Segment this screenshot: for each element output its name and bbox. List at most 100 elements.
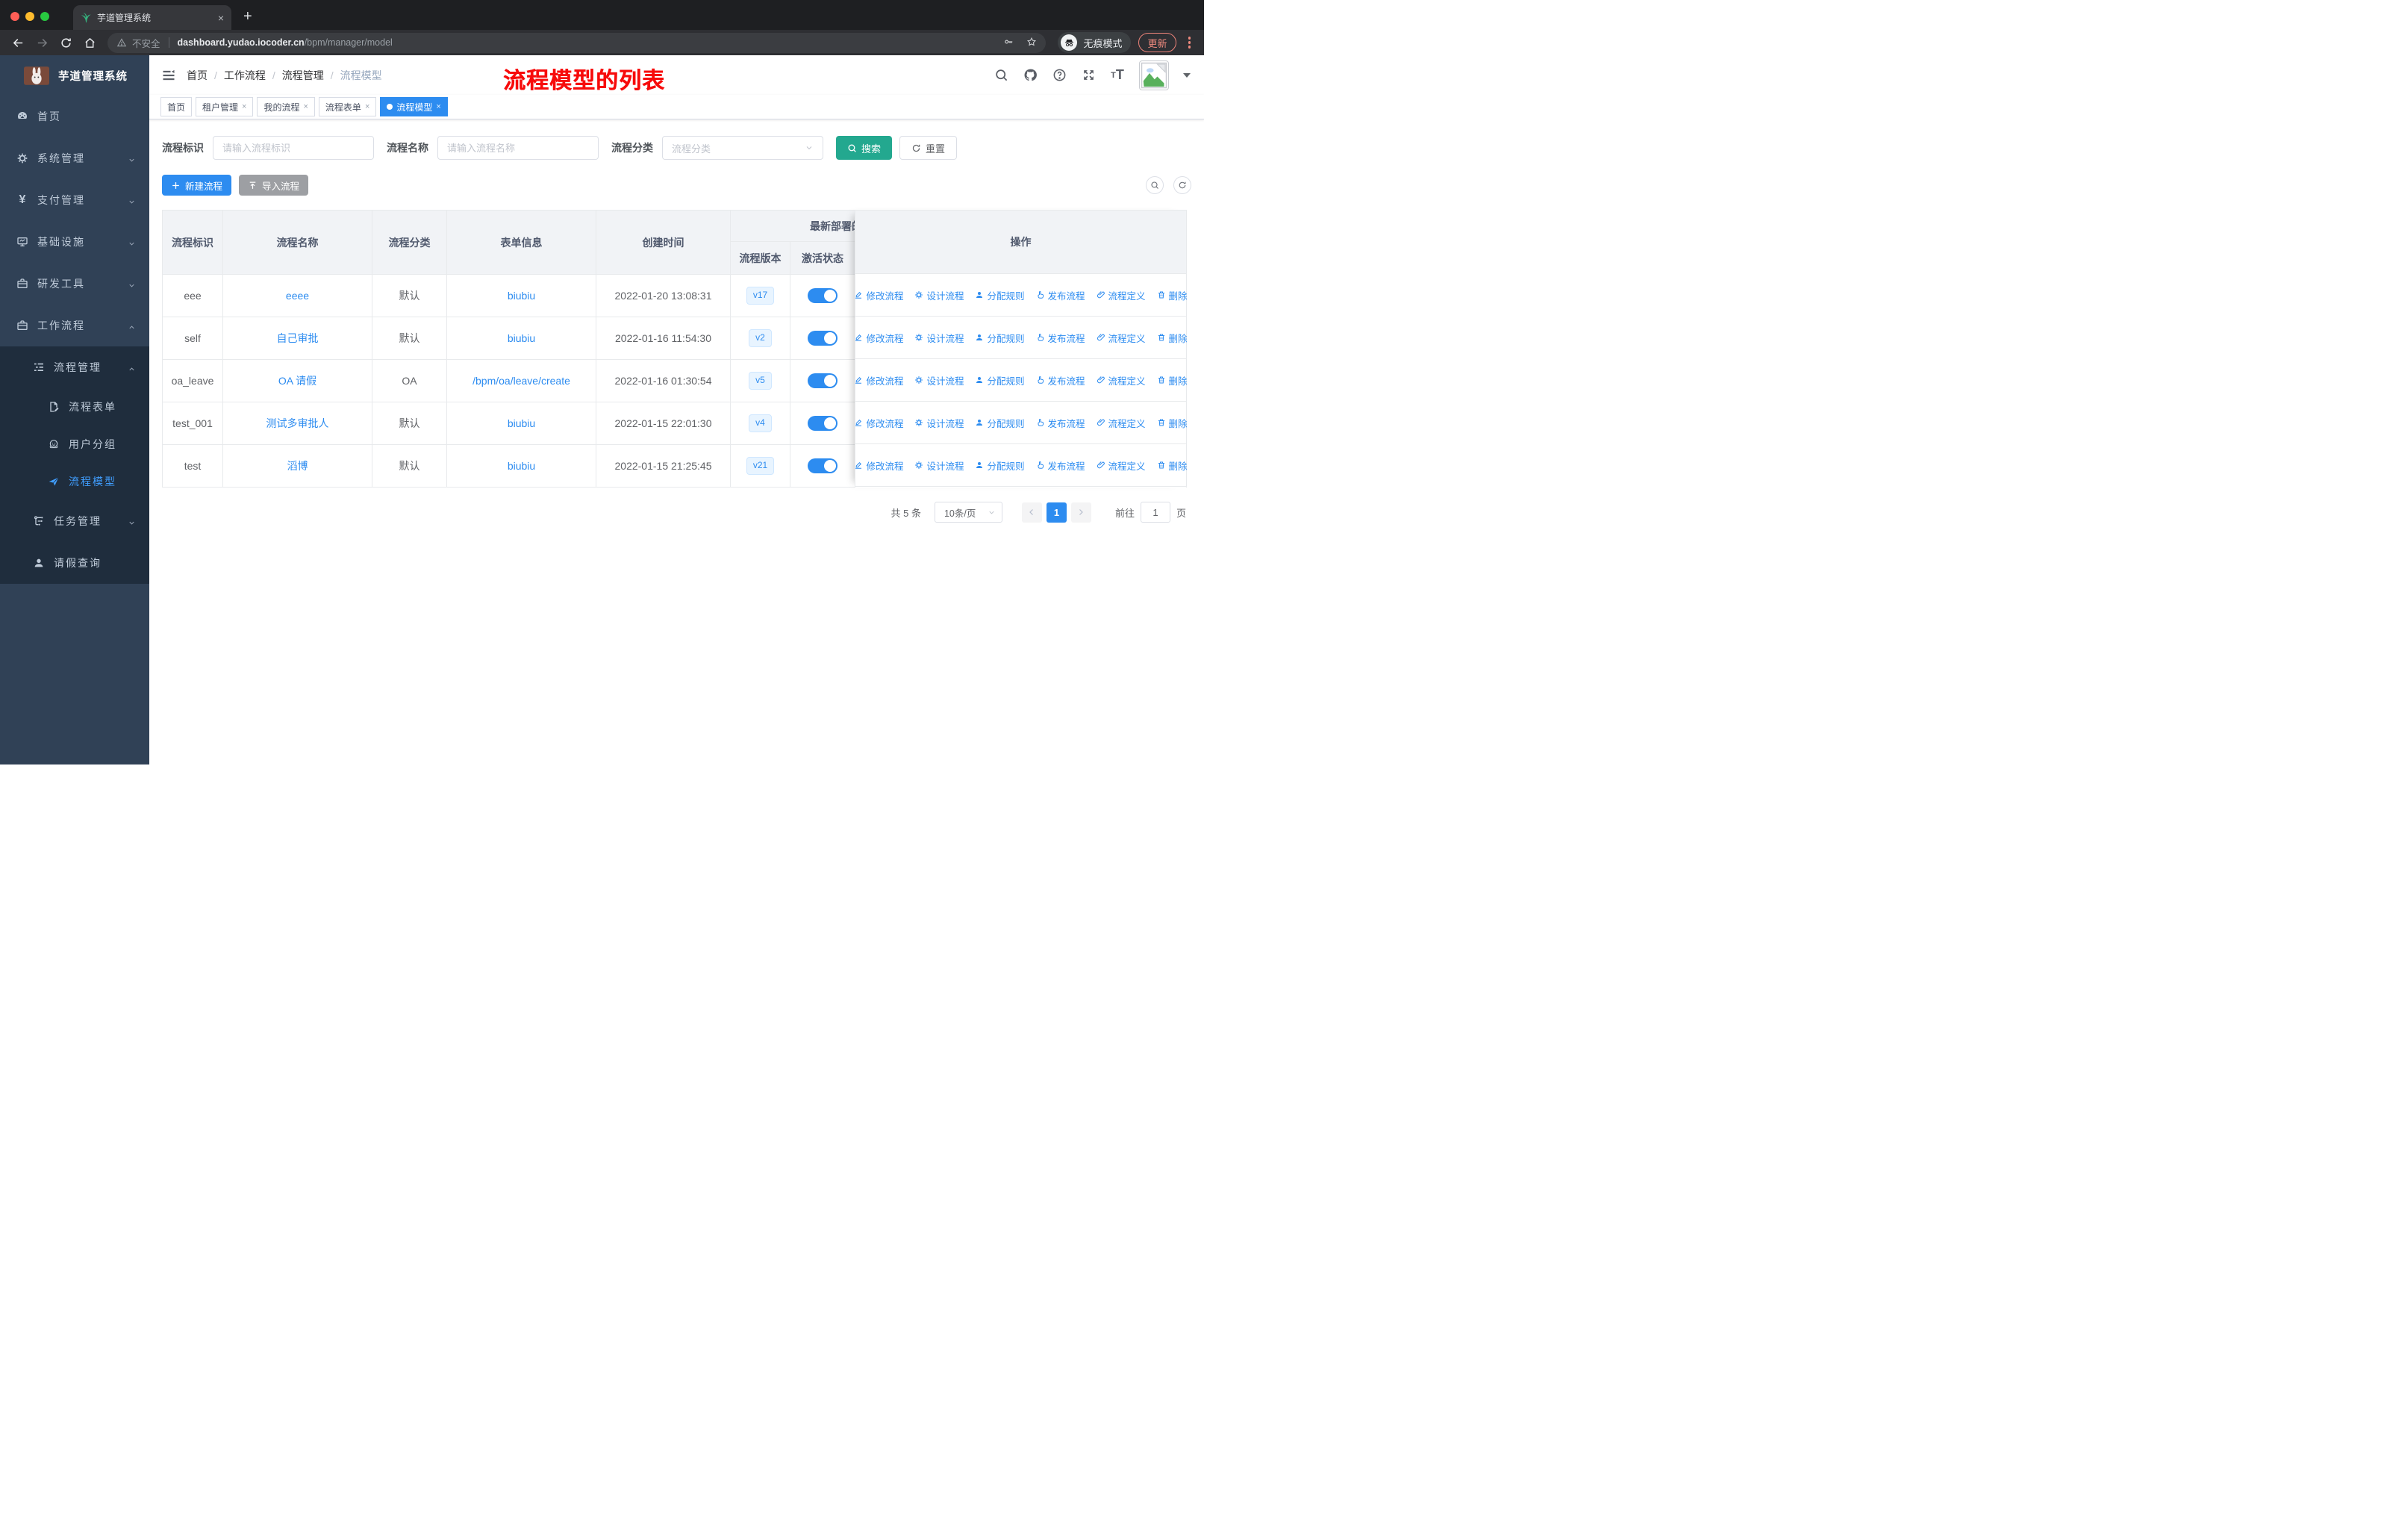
github-icon[interactable] — [1023, 68, 1038, 83]
page-number-button[interactable]: 1 — [1046, 502, 1067, 523]
update-button[interactable]: 更新 — [1138, 33, 1176, 52]
reload-icon[interactable] — [55, 32, 76, 53]
back-icon[interactable] — [7, 32, 28, 53]
close-window-button[interactable] — [10, 12, 19, 21]
action-分配规则[interactable]: 分配规则 — [975, 416, 1025, 430]
action-删除[interactable]: 删除 — [1157, 288, 1188, 302]
action-修改流程[interactable]: 修改流程 — [854, 373, 903, 387]
action-发布流程[interactable]: 发布流程 — [1036, 373, 1085, 387]
close-icon[interactable]: × — [365, 102, 369, 111]
action-发布流程[interactable]: 发布流程 — [1036, 458, 1085, 473]
refresh-table-icon[interactable] — [1173, 176, 1191, 194]
action-删除[interactable]: 删除 — [1157, 416, 1188, 430]
search-icon[interactable] — [994, 68, 1008, 83]
tag-首页[interactable]: 首页 — [160, 97, 193, 116]
next-page-button[interactable] — [1070, 502, 1091, 523]
process-name-link[interactable]: 测试多审批人 — [266, 417, 329, 429]
search-button[interactable]: 搜索 — [836, 136, 893, 160]
forward-icon[interactable] — [31, 32, 52, 53]
import-process-button[interactable]: 导入流程 — [239, 175, 309, 196]
browser-menu-kebab-icon[interactable] — [1187, 34, 1197, 52]
action-发布流程[interactable]: 发布流程 — [1036, 288, 1085, 302]
browser-tab[interactable]: 芋道管理系统 × — [73, 5, 231, 30]
action-分配规则[interactable]: 分配规则 — [975, 331, 1025, 345]
action-修改流程[interactable]: 修改流程 — [854, 288, 903, 302]
action-流程定义[interactable]: 流程定义 — [1097, 458, 1146, 473]
sidebar-item-任务管理[interactable]: 任务管理 — [0, 500, 149, 542]
sidebar-item-流程管理[interactable]: 流程管理 — [0, 346, 149, 388]
avatar-caret-icon[interactable] — [1183, 72, 1191, 78]
close-icon[interactable]: × — [242, 102, 246, 111]
active-toggle[interactable] — [808, 458, 838, 473]
action-修改流程[interactable]: 修改流程 — [854, 331, 903, 345]
active-toggle[interactable] — [808, 331, 838, 346]
close-icon[interactable]: × — [303, 102, 308, 111]
close-icon[interactable]: × — [436, 102, 440, 111]
sidebar-item-请假查询[interactable]: 请假查询 — [0, 542, 149, 584]
action-删除[interactable]: 删除 — [1157, 458, 1188, 473]
tag-流程模型[interactable]: 流程模型 × — [380, 97, 448, 116]
prev-page-button[interactable] — [1021, 502, 1042, 523]
process-name-link[interactable]: 滔博 — [287, 460, 308, 472]
action-流程定义[interactable]: 流程定义 — [1097, 288, 1146, 302]
action-流程定义[interactable]: 流程定义 — [1097, 416, 1146, 430]
breadcrumb-item-流程管理[interactable]: 流程管理 — [282, 68, 324, 83]
active-toggle[interactable] — [808, 373, 838, 388]
form-info-link[interactable]: biubiu — [508, 417, 535, 429]
action-分配规则[interactable]: 分配规则 — [975, 373, 1025, 387]
sidebar-item-研发工具[interactable]: 研发工具 — [0, 263, 149, 305]
sidebar-item-流程模型[interactable]: 流程模型 — [0, 463, 149, 500]
tag-流程表单[interactable]: 流程表单 × — [318, 97, 377, 116]
reset-button[interactable]: 重置 — [899, 136, 958, 160]
minimize-window-button[interactable] — [25, 12, 34, 21]
process-key-input[interactable] — [213, 136, 374, 160]
new-tab-button[interactable]: + — [243, 9, 252, 24]
action-修改流程[interactable]: 修改流程 — [854, 416, 903, 430]
active-toggle[interactable] — [808, 288, 838, 303]
home-icon[interactable] — [79, 32, 100, 53]
tab-close-icon[interactable]: × — [218, 12, 224, 24]
avatar[interactable] — [1139, 60, 1169, 90]
create-process-button[interactable]: 新建流程 — [162, 175, 232, 196]
action-分配规则[interactable]: 分配规则 — [975, 458, 1025, 473]
process-name-input[interactable] — [437, 136, 599, 160]
sidebar-item-流程表单[interactable]: 流程表单 — [0, 388, 149, 426]
action-删除[interactable]: 删除 — [1157, 331, 1188, 345]
window-controls[interactable] — [0, 12, 60, 21]
goto-page-input[interactable] — [1140, 502, 1170, 523]
active-toggle[interactable] — [808, 416, 838, 431]
sidebar-item-基础设施[interactable]: 基础设施 — [0, 221, 149, 263]
security-label[interactable]: 不安全 — [132, 36, 160, 50]
tag-租户管理[interactable]: 租户管理 × — [196, 97, 254, 116]
sidebar-item-工作流程[interactable]: 工作流程 — [0, 305, 149, 346]
action-流程定义[interactable]: 流程定义 — [1097, 331, 1146, 345]
action-发布流程[interactable]: 发布流程 — [1036, 416, 1085, 430]
action-设计流程[interactable]: 设计流程 — [914, 288, 964, 302]
key-icon[interactable] — [1003, 37, 1014, 49]
form-info-link[interactable]: /bpm/oa/leave/create — [472, 375, 570, 387]
fullscreen-icon[interactable] — [1081, 68, 1096, 83]
help-icon[interactable] — [1052, 68, 1067, 83]
bookmark-star-icon[interactable] — [1026, 37, 1037, 49]
form-info-link[interactable]: biubiu — [508, 460, 535, 472]
process-name-link[interactable]: 自己审批 — [277, 332, 319, 344]
font-size-icon[interactable]: TT — [1110, 67, 1125, 83]
tag-我的流程[interactable]: 我的流程 × — [257, 97, 315, 116]
form-info-link[interactable]: biubiu — [508, 290, 535, 302]
sidebar-item-支付管理[interactable]: ¥ 支付管理 — [0, 179, 149, 221]
sidebar-item-系统管理[interactable]: 系统管理 — [0, 137, 149, 179]
process-category-select[interactable]: 流程分类 — [662, 136, 823, 160]
action-修改流程[interactable]: 修改流程 — [854, 458, 903, 473]
action-设计流程[interactable]: 设计流程 — [914, 373, 964, 387]
action-发布流程[interactable]: 发布流程 — [1036, 331, 1085, 345]
breadcrumb-item-首页[interactable]: 首页 — [187, 68, 208, 83]
sidebar-item-首页[interactable]: 首页 — [0, 96, 149, 137]
maximize-window-button[interactable] — [40, 12, 49, 21]
action-流程定义[interactable]: 流程定义 — [1097, 373, 1146, 387]
show-search-icon[interactable] — [1146, 176, 1164, 194]
url-bar[interactable]: 不安全 dashboard.yudao.iocoder.cn/bpm/manag… — [107, 32, 1047, 53]
action-设计流程[interactable]: 设计流程 — [914, 331, 964, 345]
action-删除[interactable]: 删除 — [1157, 373, 1188, 387]
sidebar-item-用户分组[interactable]: 用户分组 — [0, 426, 149, 463]
process-name-link[interactable]: eeee — [286, 290, 309, 302]
